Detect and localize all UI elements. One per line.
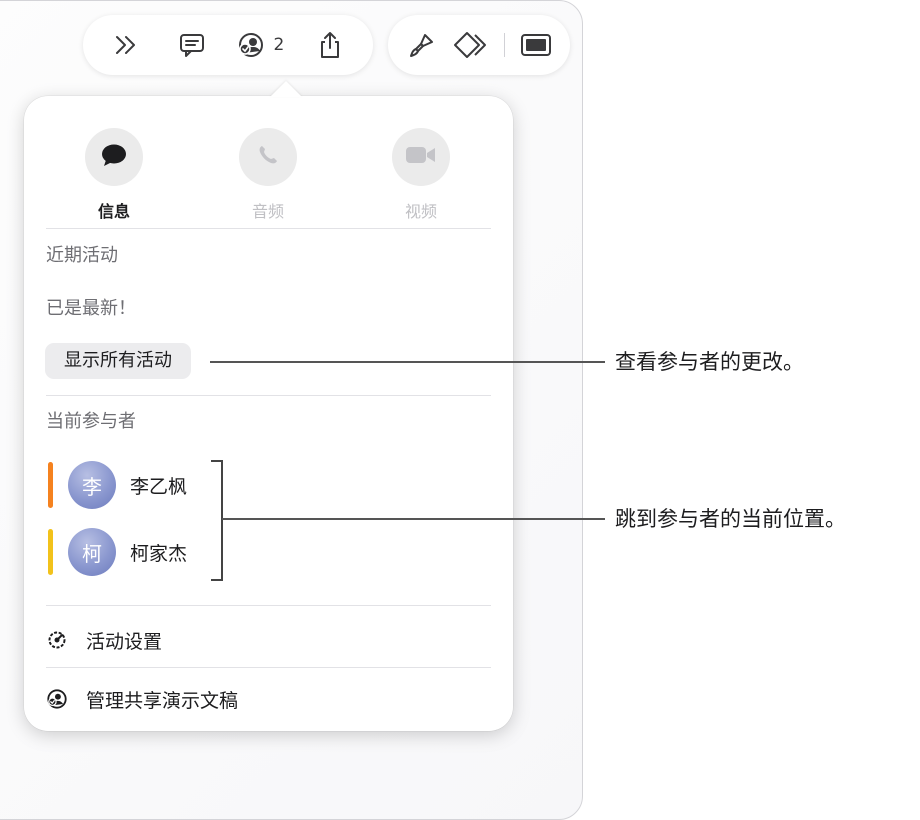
message-button-circle — [85, 128, 143, 186]
toolbar-separator — [504, 33, 506, 57]
toolbar-group-view: 2 — [83, 15, 373, 75]
video-button: 视频 — [381, 128, 461, 222]
divider — [46, 228, 491, 229]
activity-settings-item[interactable]: 活动设置 — [46, 624, 162, 656]
activity-status: 已是最新！ — [46, 298, 136, 319]
popover-pointer — [270, 81, 302, 97]
phone-icon — [256, 143, 280, 171]
participant-color-bar — [48, 462, 53, 508]
callout-line-participants — [222, 518, 605, 520]
toolbar-group-inspectors — [388, 15, 570, 75]
video-label: 视频 — [404, 202, 437, 221]
participant-name: 李乙枫 — [130, 476, 188, 498]
divider — [46, 395, 491, 396]
collaboration-button[interactable]: 2 — [237, 23, 284, 67]
document-panel-icon — [520, 32, 552, 58]
recent-activity-title: 近期活动 — [46, 245, 118, 266]
current-participants-title: 当前参与者 — [46, 411, 136, 432]
callout-jump-to-location: 跳到参与者的当前位置。 — [615, 507, 846, 531]
collaborator-count: 2 — [273, 35, 285, 55]
expand-toolbar-button[interactable] — [106, 23, 146, 67]
callout-line-activity — [210, 361, 605, 363]
video-camera-icon — [404, 144, 438, 170]
animate-button[interactable] — [453, 23, 493, 67]
activity-settings-icon — [46, 629, 68, 651]
message-bubble-icon — [100, 142, 128, 172]
manage-share-icon — [46, 688, 68, 710]
audio-label: 音频 — [251, 202, 284, 221]
audio-button: 音频 — [228, 128, 308, 222]
activity-settings-label: 活动设置 — [86, 630, 163, 653]
message-label: 信息 — [97, 202, 130, 221]
chevron-double-right-icon — [113, 34, 139, 56]
document-button[interactable] — [516, 23, 556, 67]
manage-share-label: 管理共享演示文稿 — [86, 689, 239, 712]
video-button-circle — [392, 128, 450, 186]
paintbrush-icon — [408, 31, 436, 59]
avatar: 柯 — [68, 528, 116, 576]
participants-bracket — [211, 460, 223, 581]
manage-share-item[interactable]: 管理共享演示文稿 — [46, 683, 238, 715]
animate-diamond-icon — [453, 31, 493, 59]
divider — [46, 605, 491, 606]
participant-name: 柯家杰 — [130, 543, 188, 565]
message-button[interactable]: 信息 — [74, 128, 154, 222]
divider — [46, 667, 491, 668]
format-button[interactable] — [402, 23, 442, 67]
comment-icon — [178, 32, 206, 58]
show-all-activity-button[interactable]: 显示所有活动 — [45, 343, 191, 379]
collaboration-icon — [237, 31, 267, 59]
collaboration-popover: 信息 音频 视频 近期活动 已是最新！ 显示所有活动 当前参与者 李 李乙枫 柯… — [24, 81, 513, 731]
comment-button[interactable] — [172, 23, 212, 67]
audio-button-circle — [239, 128, 297, 186]
share-button[interactable] — [310, 23, 350, 67]
share-icon — [317, 30, 343, 60]
participant-color-bar — [48, 529, 53, 575]
callout-view-changes: 查看参与者的更改。 — [615, 350, 804, 374]
avatar: 李 — [68, 461, 116, 509]
